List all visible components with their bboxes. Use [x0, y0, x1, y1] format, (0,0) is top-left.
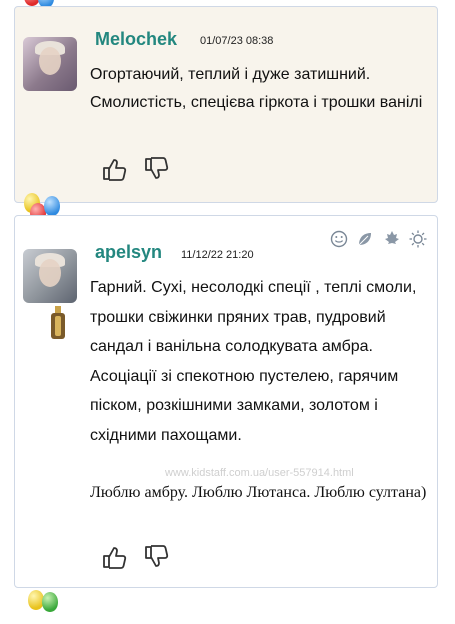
review-date: 11/12/22 21:20 [181, 249, 254, 261]
review-text-extra: Люблю амбру. Люблю Лютанса. Люблю султан… [90, 484, 427, 501]
thumbs-up-icon[interactable] [101, 157, 127, 181]
review-username[interactable]: apelsyn [95, 242, 162, 263]
vote-controls [101, 157, 181, 186]
review-text: Гарний. Сухі, несолодкі спеції , теплі с… [90, 279, 417, 444]
review-date: 01/07/23 08:38 [200, 35, 274, 47]
maple-leaf-icon[interactable] [383, 230, 401, 248]
perfume-bottle-icon [49, 306, 67, 340]
sun-icon[interactable] [409, 230, 427, 248]
review-card: Melochek 01/07/23 08:38 Огортаючий, тепл… [14, 6, 438, 203]
thumbs-up-icon[interactable] [101, 545, 127, 569]
review-card: apelsyn 11/12/22 21:20 Гарний. Сухі, нес… [14, 215, 438, 588]
avatar[interactable] [23, 37, 77, 91]
review-username[interactable]: Melochek [95, 29, 177, 50]
avatar[interactable] [23, 249, 77, 303]
balloons-decoration [26, 590, 66, 624]
watermark: www.kidstaff.com.ua/user-557914.html [165, 467, 354, 479]
vote-controls [101, 545, 181, 574]
leaf-icon[interactable] [356, 230, 374, 248]
smiley-icon[interactable] [330, 230, 348, 248]
review-tools [326, 230, 427, 253]
review-text: Огортаючий, теплий і дуже затишний. Смол… [90, 66, 423, 111]
thumbs-down-icon[interactable] [143, 157, 169, 181]
thumbs-down-icon[interactable] [143, 545, 169, 569]
